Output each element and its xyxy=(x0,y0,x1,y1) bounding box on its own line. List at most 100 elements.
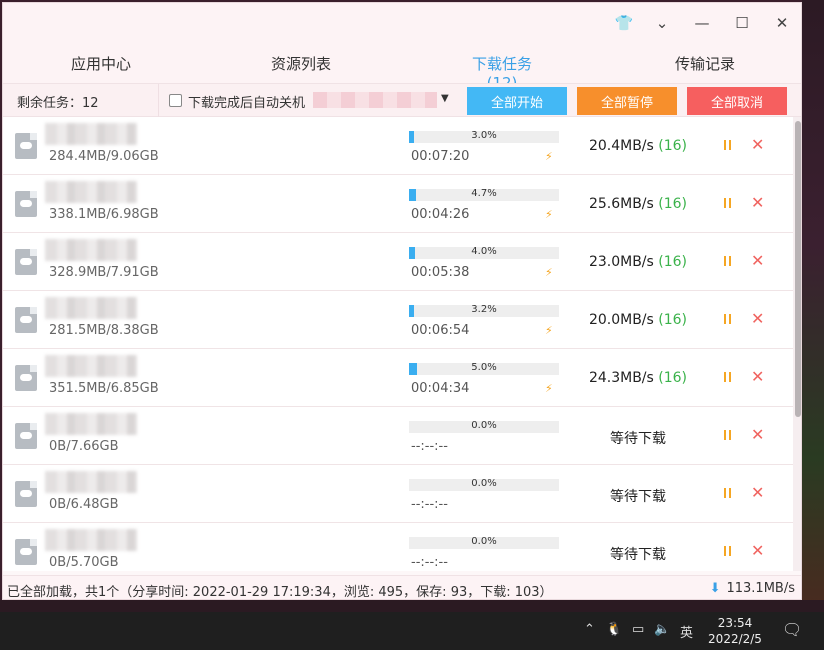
task-status: 等待下载 xyxy=(610,489,666,505)
task-row[interactable]: 328.9MB/7.91GB 4.0% 00:05:38 ⚡ 23.0MB/s … xyxy=(3,233,793,291)
clock-time: 23:54 xyxy=(717,616,753,630)
task-row[interactable]: 284.4MB/9.06GB 3.0% 00:07:20 ⚡ 20.4MB/s … xyxy=(3,117,793,175)
task-size: 338.1MB/6.98GB xyxy=(49,207,159,222)
cloud-file-icon xyxy=(15,249,37,275)
task-row[interactable]: 0B/6.48GB 0.0% --:--:-- 等待下载 ✕ xyxy=(3,465,793,523)
skin-icon[interactable]: 👕 xyxy=(609,9,639,37)
task-progress-text: 0.0% xyxy=(471,478,497,489)
auto-shutdown-checkbox[interactable] xyxy=(169,94,182,107)
task-size: 351.5MB/6.85GB xyxy=(49,381,159,396)
taskbar-clock[interactable]: 23:54 2022/2/5 xyxy=(702,615,768,647)
delete-task-icon[interactable]: ✕ xyxy=(751,135,764,154)
cloud-file-icon xyxy=(15,191,37,217)
task-progress-text: 3.2% xyxy=(471,304,497,315)
maximize-button[interactable]: ☐ xyxy=(727,9,757,37)
accelerate-icon: ⚡ xyxy=(545,266,553,279)
task-row[interactable]: 338.1MB/6.98GB 4.7% 00:04:26 ⚡ 25.6MB/s … xyxy=(3,175,793,233)
auto-shutdown-label[interactable]: 下载完成后自动关机 xyxy=(188,92,305,111)
task-eta: 00:06:54 xyxy=(411,323,470,338)
tab-app-center[interactable]: 应用中心 xyxy=(69,53,133,79)
task-progress-bar: 5.0% xyxy=(409,362,559,375)
close-window-button[interactable]: ✕ xyxy=(767,9,797,37)
task-list-scrollbar[interactable] xyxy=(793,117,801,571)
task-eta: --:--:-- xyxy=(411,497,448,512)
task-speed-value: 20.0MB/s xyxy=(588,312,654,328)
file-name-blurred xyxy=(45,297,137,319)
delete-task-icon[interactable]: ✕ xyxy=(751,483,764,502)
pause-task-icon[interactable] xyxy=(721,139,733,152)
accelerate-icon: ⚡ xyxy=(545,382,553,395)
scrollbar-thumb[interactable] xyxy=(795,121,801,417)
accelerate-icon: ⚡ xyxy=(545,150,553,163)
pause-task-icon[interactable] xyxy=(721,197,733,210)
minimize-button[interactable]: — xyxy=(687,9,717,37)
cancel-all-button[interactable]: 全部取消 xyxy=(687,87,787,115)
cloud-file-icon xyxy=(15,539,37,565)
tab-download-tasks[interactable]: 下载任务(12) xyxy=(457,53,547,92)
file-name-blurred xyxy=(45,181,137,203)
task-connections: (16) xyxy=(658,312,688,328)
share-info-text: 已全部加载，共1个（分享时间: 2022-01-29 17:19:34，浏览: … xyxy=(7,585,553,600)
pause-task-icon[interactable] xyxy=(721,429,733,442)
pause-task-icon[interactable] xyxy=(721,313,733,326)
file-name-blurred xyxy=(45,355,137,377)
task-progress-bar: 0.0% xyxy=(409,420,559,433)
show-hidden-icons-icon[interactable]: ⌃ xyxy=(584,622,595,637)
task-size: 284.4MB/9.06GB xyxy=(49,149,159,164)
delete-task-icon[interactable]: ✕ xyxy=(751,425,764,444)
task-progress-text: 0.0% xyxy=(471,536,497,547)
start-all-button[interactable]: 全部开始 xyxy=(467,87,567,115)
task-row[interactable]: 0B/7.66GB 0.0% --:--:-- 等待下载 ✕ xyxy=(3,407,793,465)
pause-task-icon[interactable] xyxy=(721,545,733,558)
task-speed-value: 24.3MB/s xyxy=(588,370,654,386)
task-progress-bar: 4.0% xyxy=(409,246,559,259)
task-speed-value: 23.0MB/s xyxy=(588,254,654,270)
notification-center-icon[interactable]: 🗨 xyxy=(782,620,802,639)
downloader-window: 👕 ⌄ — ☐ ✕ 应用中心 资源列表 下载任务(12) 传输记录 剩余任务：1… xyxy=(2,2,802,600)
desktop-background-bottom xyxy=(0,600,824,612)
download-arrow-icon: ⬇ xyxy=(709,581,721,596)
delete-task-icon[interactable]: ✕ xyxy=(751,367,764,386)
status-bar: 已全部加载，共1个（分享时间: 2022-01-29 17:19:34，浏览: … xyxy=(3,575,801,600)
task-row[interactable]: 281.5MB/8.38GB 3.2% 00:06:54 ⚡ 20.0MB/s … xyxy=(3,291,793,349)
task-progress-bar: 3.2% xyxy=(409,304,559,317)
task-eta: 00:04:34 xyxy=(411,381,470,396)
tab-transfer-records[interactable]: 传输记录 xyxy=(673,53,737,79)
file-name-blurred xyxy=(45,529,137,551)
delete-task-icon[interactable]: ✕ xyxy=(751,193,764,212)
network-icon[interactable]: ▭ xyxy=(632,622,644,637)
pause-all-button[interactable]: 全部暂停 xyxy=(577,87,677,115)
qq-tray-icon[interactable]: 🐧 xyxy=(606,622,622,637)
accelerate-icon: ⚡ xyxy=(545,208,553,221)
file-name-blurred xyxy=(45,413,137,435)
task-eta: --:--:-- xyxy=(411,439,448,454)
toolbar-divider xyxy=(158,84,159,118)
dropdown-arrow-icon[interactable]: ▼ xyxy=(441,93,449,104)
delete-task-icon[interactable]: ✕ xyxy=(751,541,764,560)
task-eta: 00:05:38 xyxy=(411,265,470,280)
task-speed: 20.4MB/s (16) xyxy=(563,138,713,154)
task-eta: 00:04:26 xyxy=(411,207,470,222)
cloud-file-icon xyxy=(15,133,37,159)
task-progress-text: 4.7% xyxy=(471,188,497,199)
task-row[interactable]: 351.5MB/6.85GB 5.0% 00:04:34 ⚡ 24.3MB/s … xyxy=(3,349,793,407)
tab-resource-list[interactable]: 资源列表 xyxy=(269,53,333,79)
remaining-tasks-label: 剩余任务：12 xyxy=(17,96,99,111)
task-connections: (16) xyxy=(658,196,688,212)
pause-task-icon[interactable] xyxy=(721,255,733,268)
cloud-file-icon xyxy=(15,307,37,333)
pause-task-icon[interactable] xyxy=(721,371,733,384)
task-speed-value: 25.6MB/s xyxy=(588,196,654,212)
task-connections: (16) xyxy=(658,254,688,270)
task-size: 0B/5.70GB xyxy=(49,555,119,570)
task-row[interactable]: 0B/5.70GB 0.0% --:--:-- 等待下载 ✕ xyxy=(3,523,793,571)
task-size: 0B/6.48GB xyxy=(49,497,119,512)
menu-chevron-icon[interactable]: ⌄ xyxy=(647,9,677,37)
delete-task-icon[interactable]: ✕ xyxy=(751,251,764,270)
shutdown-option-select[interactable] xyxy=(313,92,437,108)
pause-task-icon[interactable] xyxy=(721,487,733,500)
delete-task-icon[interactable]: ✕ xyxy=(751,309,764,328)
volume-icon[interactable]: 🔈 xyxy=(654,622,670,637)
file-name-blurred xyxy=(45,471,137,493)
ime-indicator[interactable]: 英 xyxy=(680,622,693,641)
